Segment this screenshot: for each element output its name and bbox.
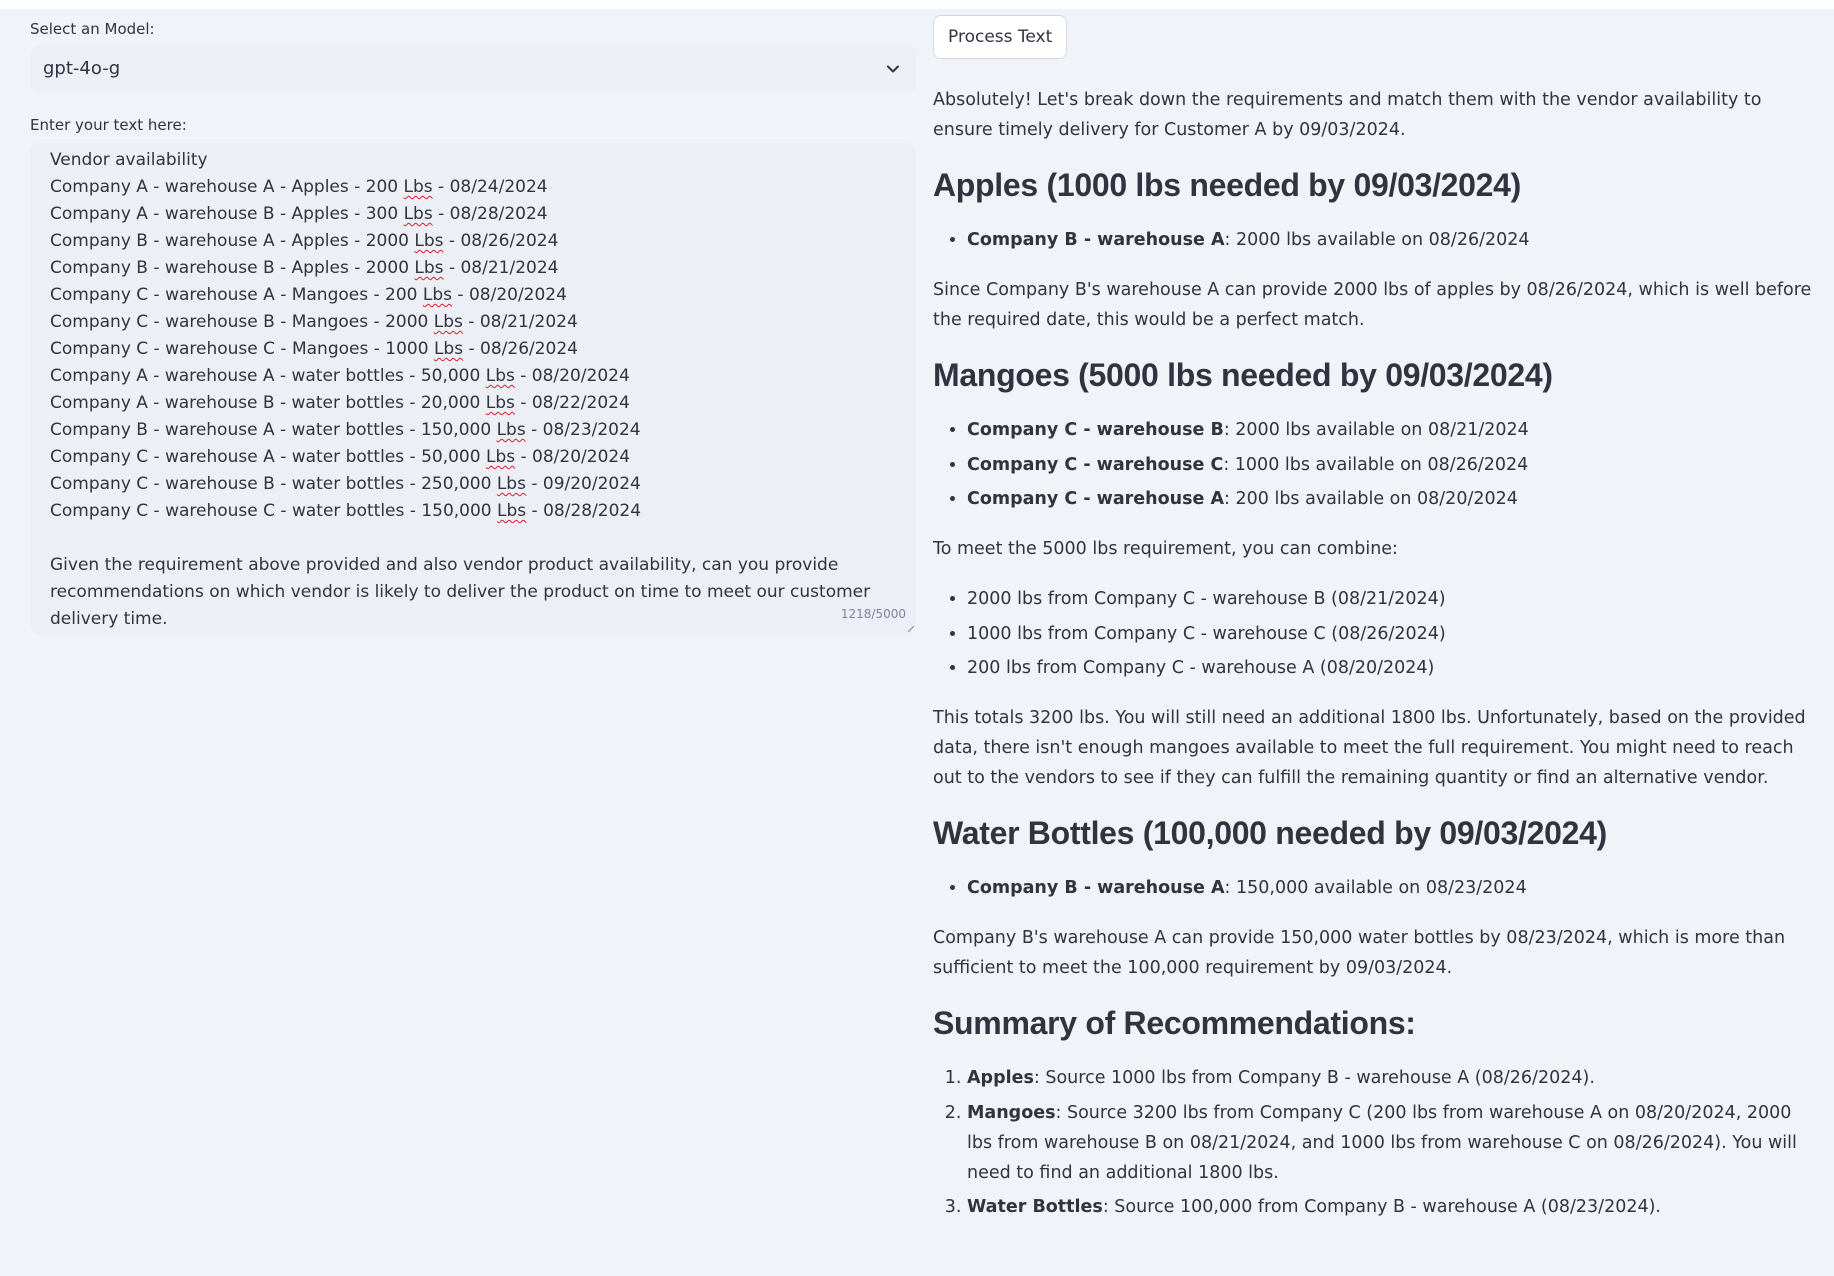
spellcheck-word: Lbs xyxy=(485,393,515,413)
water-list-item-bold: Company B - warehouse A xyxy=(967,878,1225,898)
apples-note: Since Company B's warehouse A can provid… xyxy=(933,280,1812,330)
text-input-label: Enter your text here: xyxy=(30,116,187,134)
summary-list-item-bold: Apples xyxy=(967,1068,1034,1088)
mangoes-note: This totals 3200 lbs. You will still nee… xyxy=(933,708,1806,788)
input-text-line: Company B - warehouse A - Apples - 2000 … xyxy=(50,231,559,251)
summary-list-item-bold: Water Bottles xyxy=(967,1197,1103,1217)
water-heading: Water Bottles (100,000 needed by 09/03/2… xyxy=(933,815,1607,851)
mangoes-list-item-bold: Company C - warehouse A xyxy=(967,489,1225,509)
apples-heading: Apples (1000 lbs needed by 09/03/2024) xyxy=(933,167,1522,203)
water-list-item: Company B - warehouse A: 150,000 availab… xyxy=(967,873,1813,903)
summary-heading: Summary of Recommendations: xyxy=(933,1005,1416,1041)
response-content: Absolutely! Let's break down the require… xyxy=(933,85,1813,1222)
input-text-line: Company A - warehouse B - water bottles … xyxy=(50,393,630,413)
summary-list-item: Apples: Source 1000 lbs from Company B -… xyxy=(967,1063,1813,1093)
character-counter: 1218/5000 xyxy=(840,607,906,621)
input-text-line: Vendor availability xyxy=(50,150,208,170)
chevron-down-icon xyxy=(887,65,899,73)
mangoes-combine-item: 2000 lbs from Company C - warehouse B (0… xyxy=(967,584,1813,614)
top-header-bar xyxy=(0,0,1834,9)
question-text: Given the requirement above provided and… xyxy=(50,555,871,629)
input-text-line: Company B - warehouse A - water bottles … xyxy=(50,420,641,440)
spellcheck-word: Lbs xyxy=(496,420,526,440)
mangoes-list: Company C - warehouse B: 2000 lbs availa… xyxy=(933,415,1813,514)
response-panel: Process Text Absolutely! Let's break dow… xyxy=(933,15,1813,1242)
text-input-area[interactable]: Vendor availability Company A - warehouse… xyxy=(30,143,916,634)
input-text-line: Company A - warehouse A - water bottles … xyxy=(50,366,630,386)
summary-list-item-bold: Mangoes xyxy=(967,1102,1056,1123)
spellcheck-word: Lbs xyxy=(422,285,453,305)
spellcheck-word: Lbs xyxy=(485,447,516,467)
summary-list-item: Mangoes: Source 3200 lbs from Company C … xyxy=(967,1098,1813,1188)
water-list: Company B - warehouse A: 150,000 availab… xyxy=(933,873,1813,903)
spellcheck-word: Lbs xyxy=(485,366,515,386)
input-text-line: Company C - warehouse B - Mangoes - 2000… xyxy=(50,312,578,332)
resize-handle-icon[interactable] xyxy=(908,626,914,632)
input-text-line: Company B - warehouse B - Apples - 2000 … xyxy=(50,258,559,278)
mangoes-combine-intro: To meet the 5000 lbs requirement, you ca… xyxy=(933,539,1398,559)
mangoes-combine-item: 200 lbs from Company C - warehouse A (08… xyxy=(967,653,1813,683)
input-text-line: Company C - warehouse A - water bottles … xyxy=(50,447,631,467)
spellcheck-word: Lbs xyxy=(403,177,433,197)
apples-list-item-bold: Company B - warehouse A xyxy=(967,230,1225,250)
mangoes-combine-item: 1000 lbs from Company C - warehouse C (0… xyxy=(967,619,1813,649)
model-select-value: gpt-4o-g xyxy=(43,58,121,79)
summary-list-item: Water Bottles: Source 100,000 from Compa… xyxy=(967,1192,1813,1222)
mangoes-list-item: Company C - warehouse B: 2000 lbs availa… xyxy=(967,415,1813,445)
mangoes-list-item: Company C - warehouse C: 1000 lbs availa… xyxy=(967,450,1813,480)
input-text-line: Company A - warehouse B - Apples - 300 L… xyxy=(50,204,548,224)
summary-list: Apples: Source 1000 lbs from Company B -… xyxy=(933,1063,1813,1222)
response-intro: Absolutely! Let's break down the require… xyxy=(933,90,1762,140)
spellcheck-word: Lbs xyxy=(414,231,444,251)
input-text-line: Company C - warehouse B - water bottles … xyxy=(50,474,641,494)
model-select[interactable]: gpt-4o-g xyxy=(30,46,916,92)
spellcheck-word: Lbs xyxy=(433,312,463,332)
mangoes-list-item-bold: Company C - warehouse C xyxy=(967,454,1224,475)
input-text-line: Company C - warehouse C - water bottles … xyxy=(50,501,642,521)
mangoes-heading: Mangoes (5000 lbs needed by 09/03/2024) xyxy=(933,357,1553,393)
mangoes-list-item-bold: Company C - warehouse B xyxy=(967,420,1224,440)
input-text-line: Company C - warehouse C - Mangoes - 1000… xyxy=(50,339,579,359)
input-text-line: Company A - warehouse A - Apples - 200 L… xyxy=(50,177,548,197)
input-text-line: Company C - warehouse A - Mangoes - 200 … xyxy=(50,285,567,305)
process-text-button[interactable]: Process Text xyxy=(933,15,1068,59)
water-note: Company B's warehouse A can provide 150,… xyxy=(933,928,1786,978)
apples-list: Company B - warehouse A: 2000 lbs availa… xyxy=(933,225,1813,255)
spellcheck-word: Lbs xyxy=(497,501,527,521)
mangoes-list-item: Company C - warehouse A: 200 lbs availab… xyxy=(967,484,1813,514)
apples-list-item: Company B - warehouse A: 2000 lbs availa… xyxy=(967,225,1813,255)
input-panel: Select an Model: gpt-4o-g Enter your tex… xyxy=(30,18,916,634)
spellcheck-word: Lbs xyxy=(433,339,464,359)
mangoes-combine-list: 2000 lbs from Company C - warehouse B (0… xyxy=(933,584,1813,683)
spellcheck-word: Lbs xyxy=(414,258,444,278)
spellcheck-word: Lbs xyxy=(496,474,526,494)
model-select-label: Select an Model: xyxy=(30,20,155,38)
spellcheck-word: Lbs xyxy=(403,204,433,224)
